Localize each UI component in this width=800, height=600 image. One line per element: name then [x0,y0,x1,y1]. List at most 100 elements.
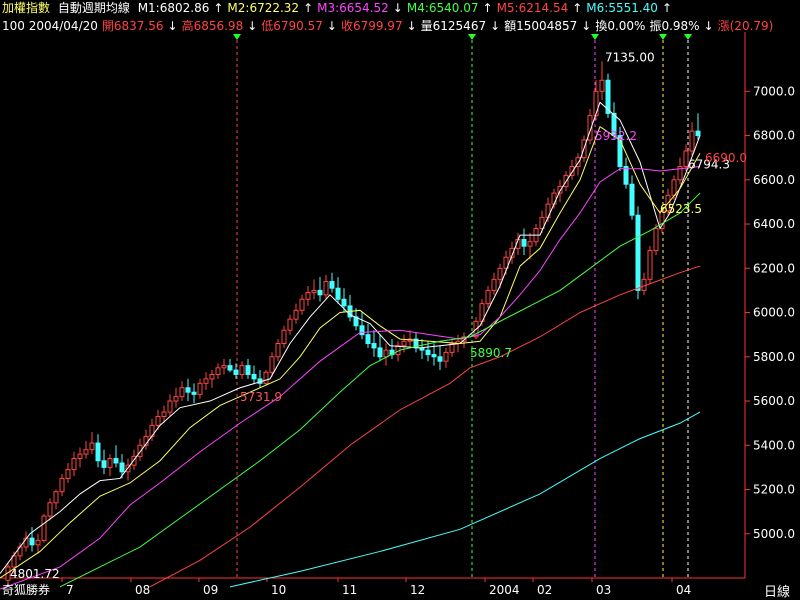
candle-body [491,278,497,291]
candle-body [215,367,221,375]
ma-line-m6 [229,411,701,588]
candle-body [317,289,323,296]
candle-body [77,453,83,460]
period-marker-arrow [591,34,599,40]
candle-body [29,537,35,546]
y-tick-label: 6200.0 [753,261,795,275]
y-tick-label: 5400.0 [753,438,795,452]
price-annotation: 5932.2 [595,129,637,143]
candle-body [635,214,641,291]
candle-body [203,378,209,384]
period-marker-arrow [659,34,667,40]
y-tick-label: 6000.0 [753,306,795,320]
x-tick-label: 04 [676,583,691,597]
period-marker-arrow [468,34,476,40]
y-tick-label: 5800.0 [753,350,795,364]
candle-body [227,365,233,371]
candle-body [527,241,533,247]
x-tick-label: 12 [410,583,425,597]
price-annotation: 7135.00 [605,50,655,64]
x-tick-label: 03 [596,583,611,597]
candle-body [551,192,557,205]
candle-body [695,130,701,137]
y-tick-label: 6400.0 [753,217,795,231]
candle-body [629,183,635,216]
candle-body [47,502,53,517]
candle-body [377,347,383,358]
y-tick-label: 5600.0 [753,394,795,408]
candle-body [185,387,191,393]
candle-body [107,458,113,468]
period-label: 日線 [763,585,790,600]
candle-body [269,356,275,373]
candlestick-chart: 5000.0 5200.0 5400.0 5600.0 5800.0 6000.0 6200… [0,32,795,597]
x-tick-label: 02 [537,583,552,597]
candle-body [275,343,281,358]
x-tick-label: 09 [203,583,218,597]
x-tick-label: 08 [135,583,150,597]
candle-body [323,281,329,296]
y-tick-label: 6600.0 [753,173,795,187]
price-annotation: 4801.72 [10,567,60,581]
brand-label: 奇狐勝券 [2,583,51,597]
candle-body [89,442,95,451]
price-annotation: 6690.0 [705,151,747,165]
candle-body [161,411,167,418]
candle-body [431,354,437,358]
candle-body [653,227,659,252]
candle-body [53,491,59,504]
y-tick-label: 6800.0 [753,129,795,143]
period-marker-arrow [684,34,692,40]
candle-body [299,298,305,311]
candle-body [71,458,77,471]
candle-body [371,343,377,349]
candle-body [689,130,695,152]
candle-body [191,391,197,395]
candle-body [671,179,677,196]
candle-body [101,460,107,468]
price-annotation: 5890.7 [470,346,512,360]
candle-body [179,387,185,398]
candle-body [281,329,287,345]
period-marker-arrow [233,34,241,40]
candle-body [425,349,431,356]
x-tick-label: 2004 [489,583,520,597]
candle-body [485,289,491,305]
candle-body [497,267,503,280]
candle-body [359,325,365,336]
y-tick-label: 5200.0 [753,483,795,497]
candle-body [593,90,599,117]
price-annotation: 5731.9 [240,390,282,404]
x-tick-label: 10 [271,583,286,597]
candle-body [155,416,161,426]
candle-body [119,462,125,473]
candle-body [335,287,341,300]
candle-body [599,79,605,92]
candle-body [647,250,653,280]
candle-body [365,334,371,345]
candle-body [383,349,389,358]
price-annotation: 6523.5 [660,202,702,216]
candle-body [557,185,563,194]
candle-body [233,369,239,375]
candle-body [239,365,245,375]
y-tick-label: 5000.0 [753,527,795,541]
x-tick-label: 11 [342,583,357,597]
candle-body [221,365,227,369]
candle-body [173,396,179,402]
candle-body [521,239,527,247]
candle-body [437,356,443,362]
candle-body [311,289,317,294]
candle-body [641,278,647,291]
candle-body [35,539,41,546]
candle-body [263,371,269,384]
candle-body [167,400,173,413]
candle-body [83,449,89,455]
y-tick-label: 7000.0 [753,84,795,98]
candle-body [245,365,251,375]
candle-body [287,318,293,331]
chart-window: 加權指數 自動週期均線 M1:6802.86 ↑ M2:6722.32 ↑ M3:665… [0,0,800,600]
candle-body [113,458,119,464]
candle-body [443,351,449,362]
candle-body [197,382,203,395]
